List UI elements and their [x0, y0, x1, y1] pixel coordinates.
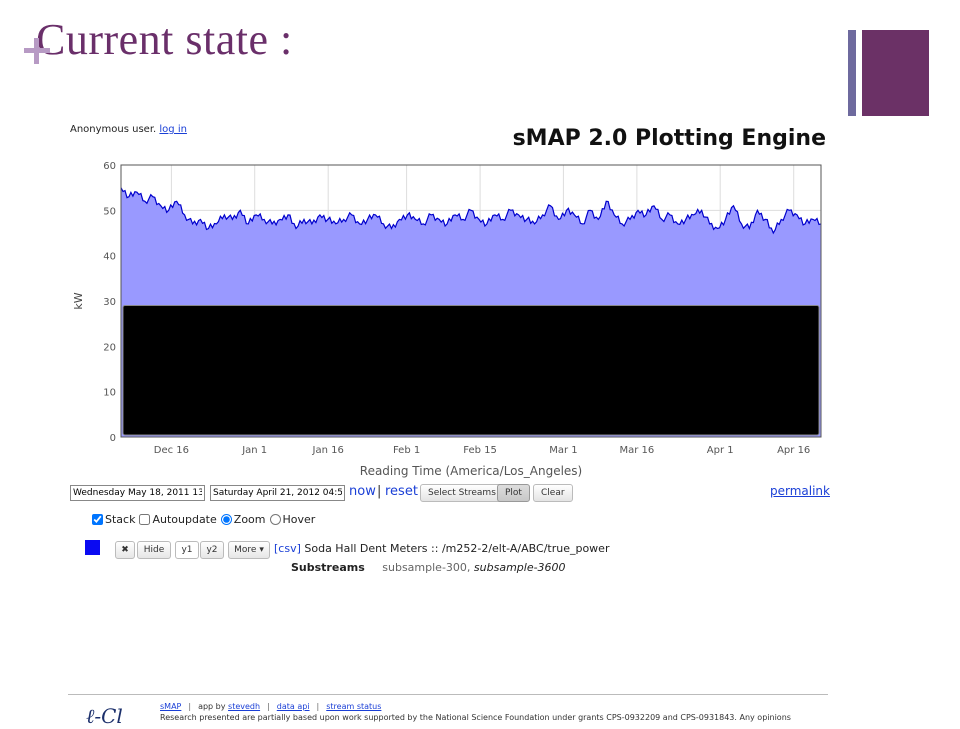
x-tick-label: Feb 15 [463, 445, 497, 456]
controls-row: now | reset Select Streams Plot Clear pe… [70, 484, 830, 504]
stream-color-swatch[interactable] [85, 540, 100, 555]
x-tick-label: Jan 1 [241, 445, 267, 456]
stream-description: [csv] Soda Hall Dent Meters :: /m252-2/e… [274, 542, 609, 555]
x-tick-label: Mar 16 [620, 445, 655, 456]
substreams-row: Substreams subsample-300, subsample-3600 [291, 561, 566, 574]
author-link[interactable]: stevedh [228, 702, 260, 711]
stream-status-link[interactable]: stream status [326, 702, 381, 711]
footer-links: sMAP | app by stevedh | data api | stream stat… [160, 702, 381, 711]
y-tick-label: 50 [103, 206, 116, 217]
hover-radio[interactable] [269, 514, 281, 525]
x-tick-label: Feb 1 [393, 445, 420, 456]
zoom-label: Zoom [233, 513, 266, 526]
zoom-option[interactable]: Zoom [220, 513, 266, 526]
redaction-block [122, 305, 820, 436]
engine-title: sMAP 2.0 Plotting Engine [512, 126, 826, 151]
anonymous-user-notice: Anonymous user. log in [70, 124, 187, 135]
substream-item[interactable]: subsample-3600 [474, 561, 566, 574]
x-axis-label: Reading Time (America/Los_Angeles) [360, 464, 582, 478]
footer-logo: ℓ-Cl [86, 704, 123, 728]
autoupdate-label: Autoupdate [152, 513, 217, 526]
hide-stream-button[interactable]: Hide [137, 541, 171, 559]
select-streams-button[interactable]: Select Streams [420, 484, 504, 502]
close-icon: ✖ [121, 545, 129, 555]
decorative-bar [848, 30, 856, 116]
plus-icon [24, 38, 50, 64]
y-tick-label: 60 [103, 161, 116, 172]
stack-option[interactable]: Stack [92, 513, 135, 526]
slide-title: Current state : [36, 15, 293, 64]
y-tick-label: 20 [103, 342, 116, 353]
x-tick-label: Dec 16 [154, 445, 189, 456]
decorative-square [862, 30, 929, 116]
now-link[interactable]: now [349, 484, 376, 499]
zoom-radio[interactable] [220, 514, 232, 525]
y-tick-label: 10 [103, 388, 116, 399]
footer-separator: | [316, 702, 320, 711]
app-by-text: app by [198, 702, 226, 711]
y1-axis-button[interactable]: y1 [175, 541, 199, 559]
y2-axis-button[interactable]: y2 [200, 541, 224, 559]
x-tick-label: Mar 1 [549, 445, 577, 456]
smap-link[interactable]: sMAP [160, 702, 181, 711]
footer-separator: | [267, 702, 270, 711]
y-tick-label: 30 [103, 297, 116, 308]
stream-name: Soda Hall Dent Meters :: /m252-2/elt-A/A… [304, 542, 610, 555]
csv-link[interactable]: [csv] [274, 542, 301, 555]
hover-option[interactable]: Hover [269, 513, 316, 526]
reset-link[interactable]: reset [385, 484, 418, 499]
footer-note: Research presented are partially based u… [160, 713, 791, 722]
substreams-label: Substreams [291, 561, 365, 574]
stack-label: Stack [105, 513, 136, 526]
data-api-link[interactable]: data api [277, 702, 310, 711]
more-dropdown[interactable]: More ▾ [228, 541, 270, 559]
x-tick-label: Apr 16 [777, 445, 810, 456]
plot-button[interactable]: Plot [497, 484, 530, 502]
login-link[interactable]: log in [159, 124, 187, 135]
permalink-link[interactable]: permalink [770, 484, 830, 498]
y-tick-label: 0 [110, 433, 116, 444]
autoupdate-option[interactable]: Autoupdate [139, 513, 217, 526]
stack-checkbox[interactable] [92, 514, 103, 525]
x-tick-label: Apr 1 [707, 445, 734, 456]
y-axis-label: kW [72, 292, 85, 309]
footer-divider [68, 694, 828, 695]
remove-stream-button[interactable]: ✖ [115, 541, 135, 559]
autoupdate-checkbox[interactable] [139, 514, 151, 525]
substream-item[interactable]: subsample-300, [382, 561, 470, 574]
footer-separator: | [188, 702, 192, 711]
end-date-input[interactable] [210, 485, 345, 501]
now-reset-separator: | [377, 484, 382, 499]
power-chart[interactable]: 0 10 20 30 40 50 60 Dec 16 Jan 1 Jan 16 Feb 1 Feb 1… [60, 155, 840, 485]
clear-button[interactable]: Clear [533, 484, 573, 502]
x-tick-label: Jan 16 [312, 445, 344, 456]
options-row: Stack Autoupdate Zoom Hover [92, 513, 317, 526]
anonymous-user-text: Anonymous user. [70, 124, 157, 135]
hover-label: Hover [282, 513, 316, 526]
start-date-input[interactable] [70, 485, 205, 501]
y-tick-label: 40 [103, 252, 116, 263]
